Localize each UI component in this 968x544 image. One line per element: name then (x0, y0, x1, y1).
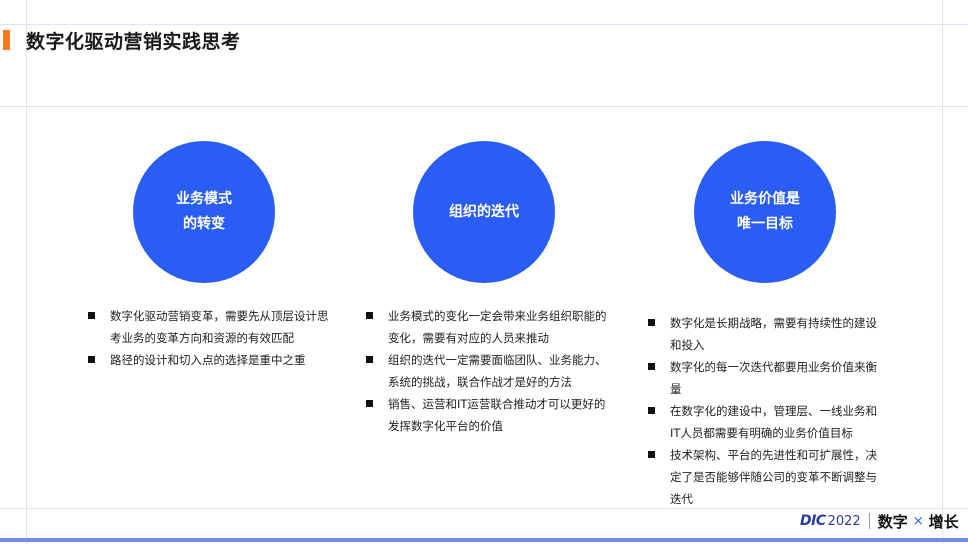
guide-line-right (942, 0, 943, 544)
bullet-square-icon (648, 451, 655, 458)
bullet-square-icon (648, 407, 655, 414)
list-item: 在数字化的建设中，管理层、一线业务和IT人员都需要有明确的业务价值目标 (646, 400, 886, 444)
heading-3-line-1: 业务价值是 (730, 191, 800, 207)
list-item: 路径的设计和切入点的选择是重中之重 (86, 349, 334, 371)
list-item: 业务模式的变化一定会带来业务组织职能的变化，需要有对应的人员来推动 (364, 305, 612, 349)
slogan-times-icon: × (912, 513, 924, 529)
heading-circle-3: 业务价值是 唯一目标 (694, 141, 836, 283)
heading-2-line-1: 组织的迭代 (449, 203, 519, 220)
heading-1-line-1: 业务模式 (176, 191, 232, 207)
list-item: 组织的迭代一定需要面临团队、业务能力、系统的挑战，联合作战才是好的方法 (364, 349, 612, 393)
title-accent-bar (3, 30, 10, 50)
list-item: 数字化的每一次迭代都要用业务价值来衡量 (646, 356, 886, 400)
slogan-left: 数字 (877, 512, 908, 531)
footer-logo: DIC 2022 数字 × 增长 (800, 510, 959, 532)
guide-line-left (26, 0, 27, 544)
list-item: 技术架构、平台的先进性和可扩展性，决定了是否能够伴随公司的变革不断调整与迭代 (646, 444, 886, 510)
guide-line-header (0, 106, 968, 107)
bullet-square-icon (366, 356, 373, 363)
page-title: 数字化驱动营销实践思考 (26, 31, 241, 53)
bullet-square-icon (366, 400, 373, 407)
logo-year: 2022 (827, 513, 861, 529)
bullet-square-icon (366, 312, 373, 319)
bullet-list-1: 数字化驱动营销变革，需要先从顶层设计思考业务的变革方向和资源的有效匹配 路径的设… (86, 305, 334, 371)
bottom-accent-bar (0, 538, 968, 542)
list-item: 数字化是长期战略，需要有持续性的建设和投入 (646, 312, 886, 356)
dic-logo-mark: DIC (800, 513, 826, 529)
heading-1-line-2: 的转变 (183, 216, 225, 232)
heading-circle-2: 组织的迭代 (413, 141, 555, 283)
bullet-square-icon (88, 312, 95, 319)
list-item: 数字化驱动营销变革，需要先从顶层设计思考业务的变革方向和资源的有效匹配 (86, 305, 334, 349)
bullet-square-icon (648, 363, 655, 370)
logo-divider (868, 513, 870, 529)
list-item: 销售、运营和IT运营联合推动才可以更好的发挥数字化平台的价值 (364, 393, 612, 437)
guide-line-top (0, 24, 968, 25)
bullet-square-icon (648, 319, 655, 326)
heading-3-line-2: 唯一目标 (737, 216, 793, 232)
bullet-list-2: 业务模式的变化一定会带来业务组织职能的变化，需要有对应的人员来推动 组织的迭代一… (364, 305, 612, 437)
bullet-square-icon (88, 356, 95, 363)
slogan-right: 增长 (928, 512, 959, 531)
bullet-list-3: 数字化是长期战略，需要有持续性的建设和投入 数字化的每一次迭代都要用业务价值来衡… (646, 312, 886, 510)
heading-circle-1: 业务模式 的转变 (133, 141, 275, 283)
